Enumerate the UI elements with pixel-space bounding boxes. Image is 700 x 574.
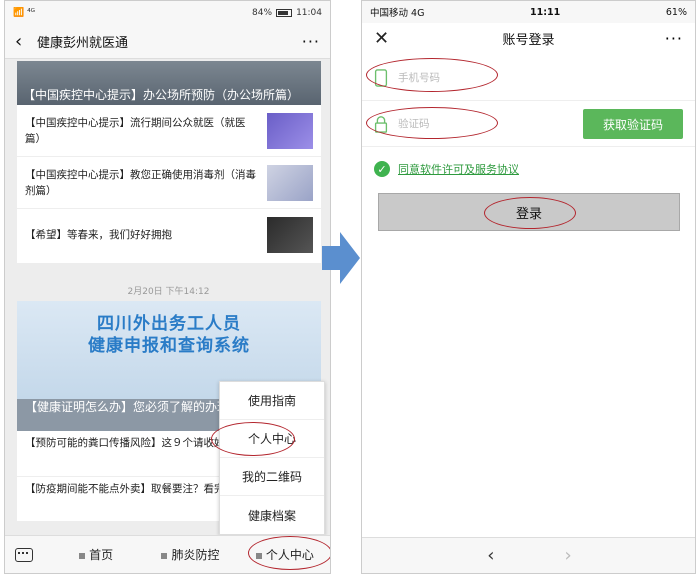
article-title: 【中国疾控中心提示】教您正确使用消毒剂（消毒剂篇） bbox=[25, 168, 256, 197]
arrow-right-icon bbox=[322, 232, 360, 284]
tab-home[interactable]: 首页 bbox=[49, 546, 143, 563]
battery-percent: 84% bbox=[252, 8, 273, 18]
left-phone-screenshot: 📶 ⁴ᴳ 84% 11:04 ‹ 健康彭州就医通 ··· 【中国疾控中心提示】办… bbox=[4, 0, 331, 574]
signal-indicator: 📶 ⁴ᴳ bbox=[13, 8, 36, 18]
tab-pneumonia[interactable]: 肺炎防控 bbox=[143, 546, 237, 563]
news-card: 【中国疾控中心提示】办公场所预防（办公场所篇） 【中国疾控中心提示】流行期间公众… bbox=[17, 61, 321, 263]
login-button[interactable]: 登录 bbox=[378, 193, 680, 231]
right-phone-screenshot: 中国移动 4G 11:11 61% ✕ 账号登录 ··· 手机号码 验证码 获取… bbox=[361, 0, 696, 574]
article-thumbnail bbox=[267, 112, 313, 149]
phone-number-field[interactable]: 手机号码 bbox=[362, 55, 695, 101]
menu-item-guide[interactable]: 使用指南 bbox=[220, 382, 324, 420]
battery-icon bbox=[276, 9, 293, 17]
menu-item-personal-center[interactable]: 个人中心 bbox=[220, 420, 324, 458]
menu-item-health-record[interactable]: 健康档案 bbox=[220, 496, 324, 534]
code-placeholder: 验证码 bbox=[398, 118, 430, 130]
agreement-link[interactable]: 同意软件许可及服务协议 bbox=[398, 161, 519, 177]
back-icon[interactable]: ‹ bbox=[15, 31, 37, 52]
more-icon[interactable]: ··· bbox=[653, 29, 683, 48]
card-cover[interactable]: 【中国疾控中心提示】办公场所预防（办公场所篇） bbox=[17, 61, 321, 105]
article-row[interactable]: 【中国疾控中心提示】流行期间公众就医（就医篇） bbox=[17, 105, 321, 157]
tab-label: 首页 bbox=[89, 548, 114, 562]
tab-label: 肺炎防控 bbox=[171, 548, 220, 562]
page-title: 健康彭州就医通 bbox=[37, 36, 129, 51]
tab-label: 个人中心 bbox=[265, 548, 314, 562]
back-icon[interactable]: ‹ bbox=[487, 545, 494, 566]
article-row[interactable]: 【希望】等春来，我们好好拥抱 bbox=[17, 209, 321, 261]
keyboard-icon[interactable] bbox=[15, 547, 33, 562]
menu-icon bbox=[79, 552, 86, 559]
battery-percent: 61% bbox=[665, 6, 687, 18]
menu-icon bbox=[161, 552, 168, 559]
card-headline: 【中国疾控中心提示】办公场所预防（办公场所篇） bbox=[23, 88, 300, 102]
page-title: 账号登录 bbox=[502, 32, 555, 48]
lock-icon bbox=[374, 115, 388, 133]
tab-personal-center[interactable]: 个人中心 bbox=[238, 546, 330, 563]
forward-icon[interactable]: › bbox=[565, 545, 572, 566]
article-thumbnail bbox=[267, 164, 313, 201]
agreement-row[interactable]: ✓ 同意软件许可及服务协议 bbox=[374, 161, 519, 177]
more-icon[interactable]: ··· bbox=[302, 32, 320, 51]
checkmark-icon[interactable]: ✓ bbox=[374, 161, 390, 177]
top-nav: ‹ 健康彭州就医通 ··· bbox=[5, 25, 330, 59]
article-thumbnail bbox=[267, 217, 313, 253]
status-time: 11:11 bbox=[530, 6, 561, 18]
article-row[interactable]: 【中国疾控中心提示】教您正确使用消毒剂（消毒剂篇） bbox=[17, 157, 321, 209]
status-bar: 📶 ⁴ᴳ 84% 11:04 bbox=[5, 1, 330, 25]
article-title: 【中国疾控中心提示】流行期间公众就医（就医篇） bbox=[25, 116, 246, 145]
menu-icon bbox=[255, 552, 262, 559]
menu-item-qr-code[interactable]: 我的二维码 bbox=[220, 458, 324, 496]
close-icon[interactable]: ✕ bbox=[374, 28, 404, 49]
status-bar: 中国移动 4G 11:11 61% bbox=[362, 1, 695, 23]
message-timestamp: 2月20日 下午14:12 bbox=[127, 287, 210, 297]
get-code-button[interactable]: 获取验证码 bbox=[583, 109, 683, 139]
status-time: 11:04 bbox=[296, 8, 322, 18]
browser-nav-bar: ‹ › bbox=[362, 537, 695, 573]
top-nav: ✕ 账号登录 ··· bbox=[362, 23, 695, 53]
article-title: 【希望】等春来，我们好好拥抱 bbox=[25, 229, 172, 241]
phone-placeholder: 手机号码 bbox=[398, 72, 440, 84]
bottom-menu-bar: 首页 肺炎防控 个人中心 bbox=[5, 535, 330, 573]
carrier: 中国移动 4G bbox=[370, 8, 425, 19]
banner-line-2: 健康申报和查询系统 bbox=[88, 336, 250, 356]
phone-icon bbox=[374, 68, 388, 87]
article-title: 【预防可能的粪口传播风险】这９个请收好！ bbox=[25, 437, 235, 449]
menu-popup: 使用指南 个人中心 我的二维码 健康档案 bbox=[219, 381, 325, 535]
banner-line-1: 四川外出务工人员 bbox=[97, 314, 241, 334]
